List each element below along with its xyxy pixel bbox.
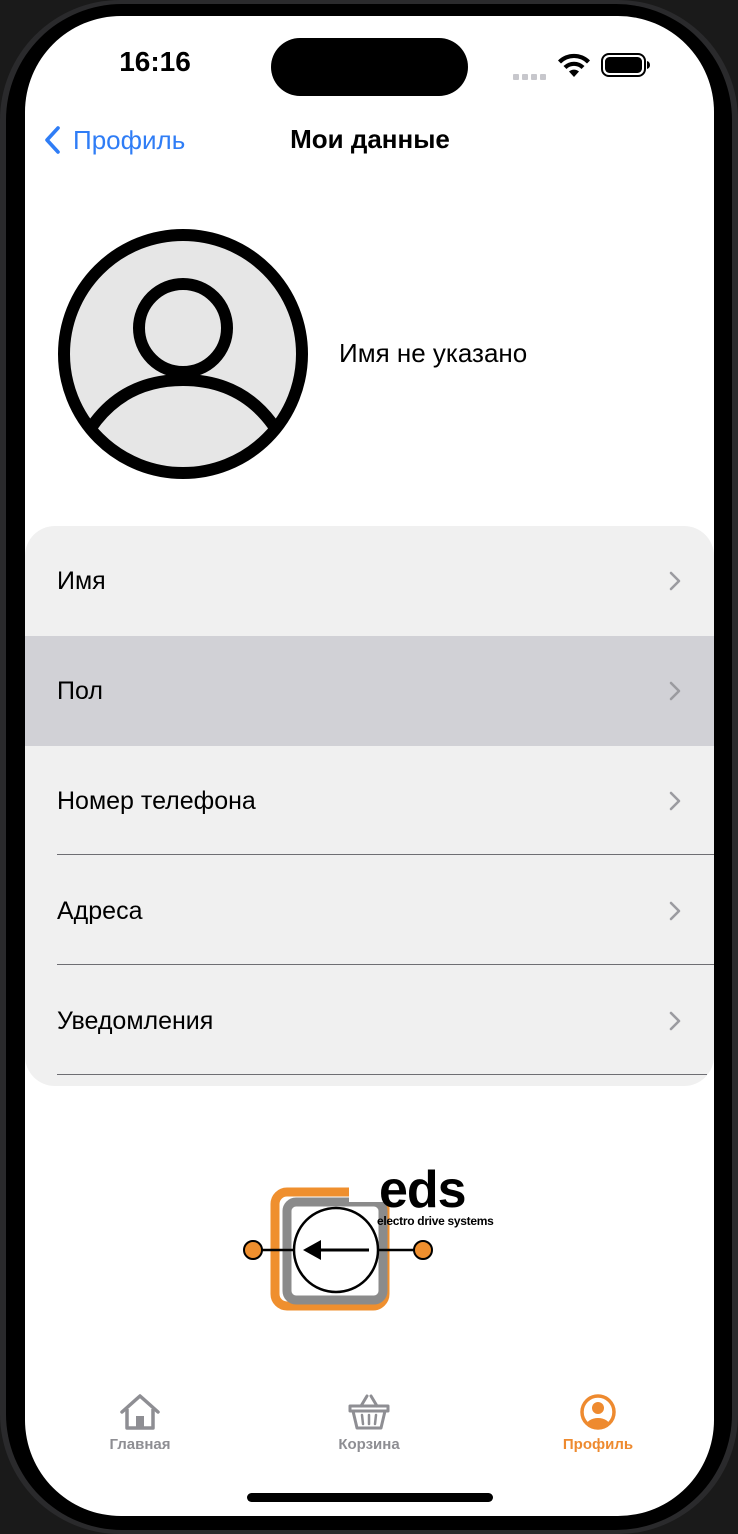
menu-item-phone[interactable]: Номер телефона [25, 746, 714, 856]
divider [57, 964, 714, 965]
status-bar: 16:16 [25, 16, 714, 116]
menu-item-label: Номер телефона [57, 786, 256, 815]
back-button[interactable]: Профиль [43, 122, 185, 158]
profile-icon [580, 1394, 616, 1430]
chevron-right-icon [669, 791, 681, 811]
tab-label: Профиль [562, 1436, 634, 1453]
profile-menu: Имя Пол Номер телефона Адреса Уведомлени… [25, 526, 714, 1086]
basket-icon [348, 1394, 390, 1430]
page-title: Мои данные [290, 124, 450, 154]
screen: 16:16 Профиль Мои данные Имя не указано … [25, 16, 714, 1516]
tab-cart[interactable]: Корзина [294, 1382, 444, 1462]
back-button-label: Профиль [73, 124, 186, 155]
chevron-right-icon [669, 1011, 681, 1031]
menu-item-name[interactable]: Имя [25, 526, 714, 636]
divider [57, 1074, 707, 1075]
tab-profile[interactable]: Профиль [523, 1382, 673, 1462]
tab-label: Корзина [338, 1436, 400, 1453]
logo-text: eds [379, 1161, 467, 1219]
chevron-right-icon [669, 901, 681, 921]
logo-subtitle: electro drive systems [377, 1214, 494, 1228]
divider [57, 854, 714, 855]
home-icon [120, 1394, 160, 1430]
chevron-right-icon [669, 571, 681, 591]
cellular-signal-icon [513, 67, 549, 85]
battery-icon [601, 53, 650, 77]
tab-home[interactable]: Главная [65, 1382, 215, 1462]
menu-item-addresses[interactable]: Адреса [25, 856, 714, 966]
dynamic-island [271, 38, 468, 96]
navigation-bar: Профиль Мои данные [25, 116, 714, 164]
menu-item-label: Адреса [57, 896, 143, 925]
home-indicator[interactable] [247, 1493, 493, 1502]
avatar-placeholder-icon[interactable] [57, 228, 309, 480]
menu-item-notifications[interactable]: Уведомления [25, 966, 714, 1076]
tab-label: Главная [109, 1436, 171, 1453]
tab-bar: Главная Корзина Профиль [25, 1382, 714, 1482]
status-time: 16:16 [119, 46, 191, 77]
menu-item-label: Пол [57, 676, 103, 705]
menu-item-label: Имя [57, 566, 106, 595]
menu-item-gender[interactable]: Пол [25, 636, 714, 746]
chevron-right-icon [669, 681, 681, 701]
menu-item-label: Уведомления [57, 1006, 214, 1035]
chevron-left-icon [45, 126, 60, 154]
profile-name: Имя не указано [339, 338, 528, 368]
wifi-icon [558, 53, 590, 77]
